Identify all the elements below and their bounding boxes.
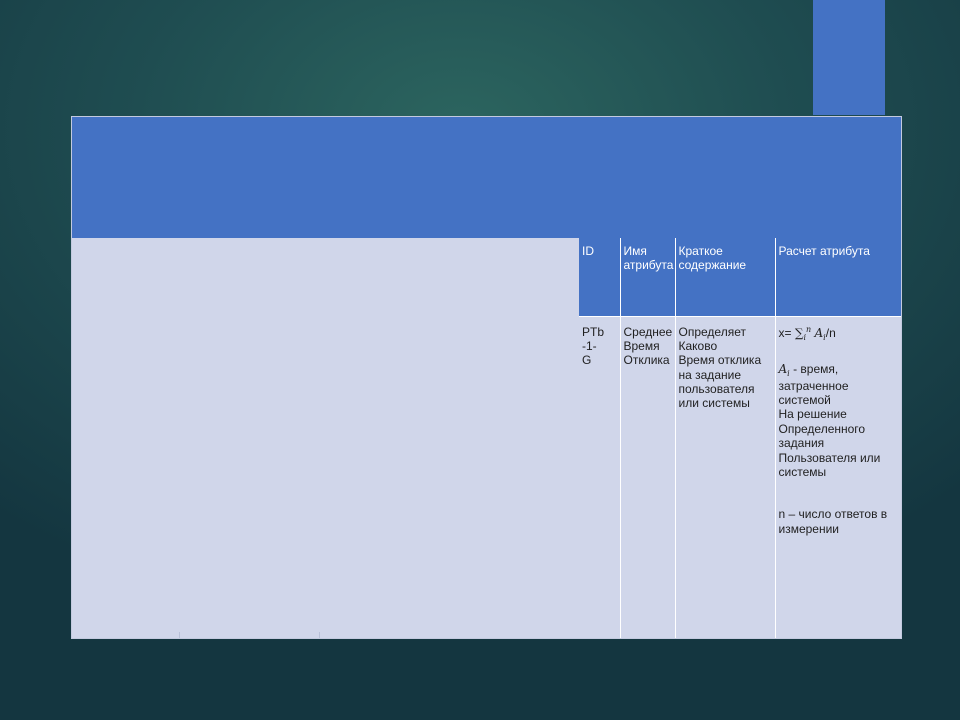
corner-accent-block bbox=[813, 0, 885, 115]
cell-summary: Определяет Каково Время отклика на задан… bbox=[675, 316, 776, 638]
header-id: ID bbox=[579, 238, 621, 317]
cell-attribute-name: Среднее Время Отклика bbox=[620, 316, 676, 638]
id-value: PTb -1- G bbox=[582, 324, 605, 368]
table-header-band bbox=[72, 117, 901, 238]
table-header-row: ID Имя атрибута Краткое содержание Расче… bbox=[579, 238, 901, 317]
cell-calculation: x= ∑in Ai/n Ai - время, затраченное сист… bbox=[775, 316, 901, 638]
formula-tail: /n bbox=[825, 325, 836, 340]
column-divider bbox=[319, 632, 320, 638]
sum-superscript: n bbox=[806, 324, 812, 334]
formula-variable: A bbox=[814, 325, 824, 340]
cell-id: PTb -1- G bbox=[579, 316, 621, 638]
summary-value: Определяет Каково Время отклика на задан… bbox=[678, 324, 762, 411]
column-divider bbox=[179, 632, 180, 638]
header-summary: Краткое содержание bbox=[675, 238, 776, 317]
formula-definition: Ai - время, затраченное системой На реше… bbox=[779, 362, 899, 479]
header-attribute-name: Имя атрибута bbox=[620, 238, 676, 317]
attribute-name-value: Среднее Время Отклика bbox=[623, 324, 673, 368]
slide-table-frame: ID Имя атрибута Краткое содержание Расче… bbox=[71, 116, 902, 639]
formula-lhs: x= bbox=[778, 325, 792, 340]
definition-variable: A bbox=[778, 362, 788, 377]
header-calculation: Расчет атрибута bbox=[775, 238, 901, 317]
attribute-table: ID Имя атрибута Краткое содержание Расче… bbox=[579, 238, 901, 638]
formula-note: n – число ответов в измерении bbox=[778, 507, 888, 536]
table-row: PTb -1- G Среднее Время Отклика Определя… bbox=[579, 316, 901, 638]
formula: x= ∑in Ai/n bbox=[779, 325, 899, 343]
definition-text: - время, затраченное системой На решение… bbox=[778, 362, 881, 480]
